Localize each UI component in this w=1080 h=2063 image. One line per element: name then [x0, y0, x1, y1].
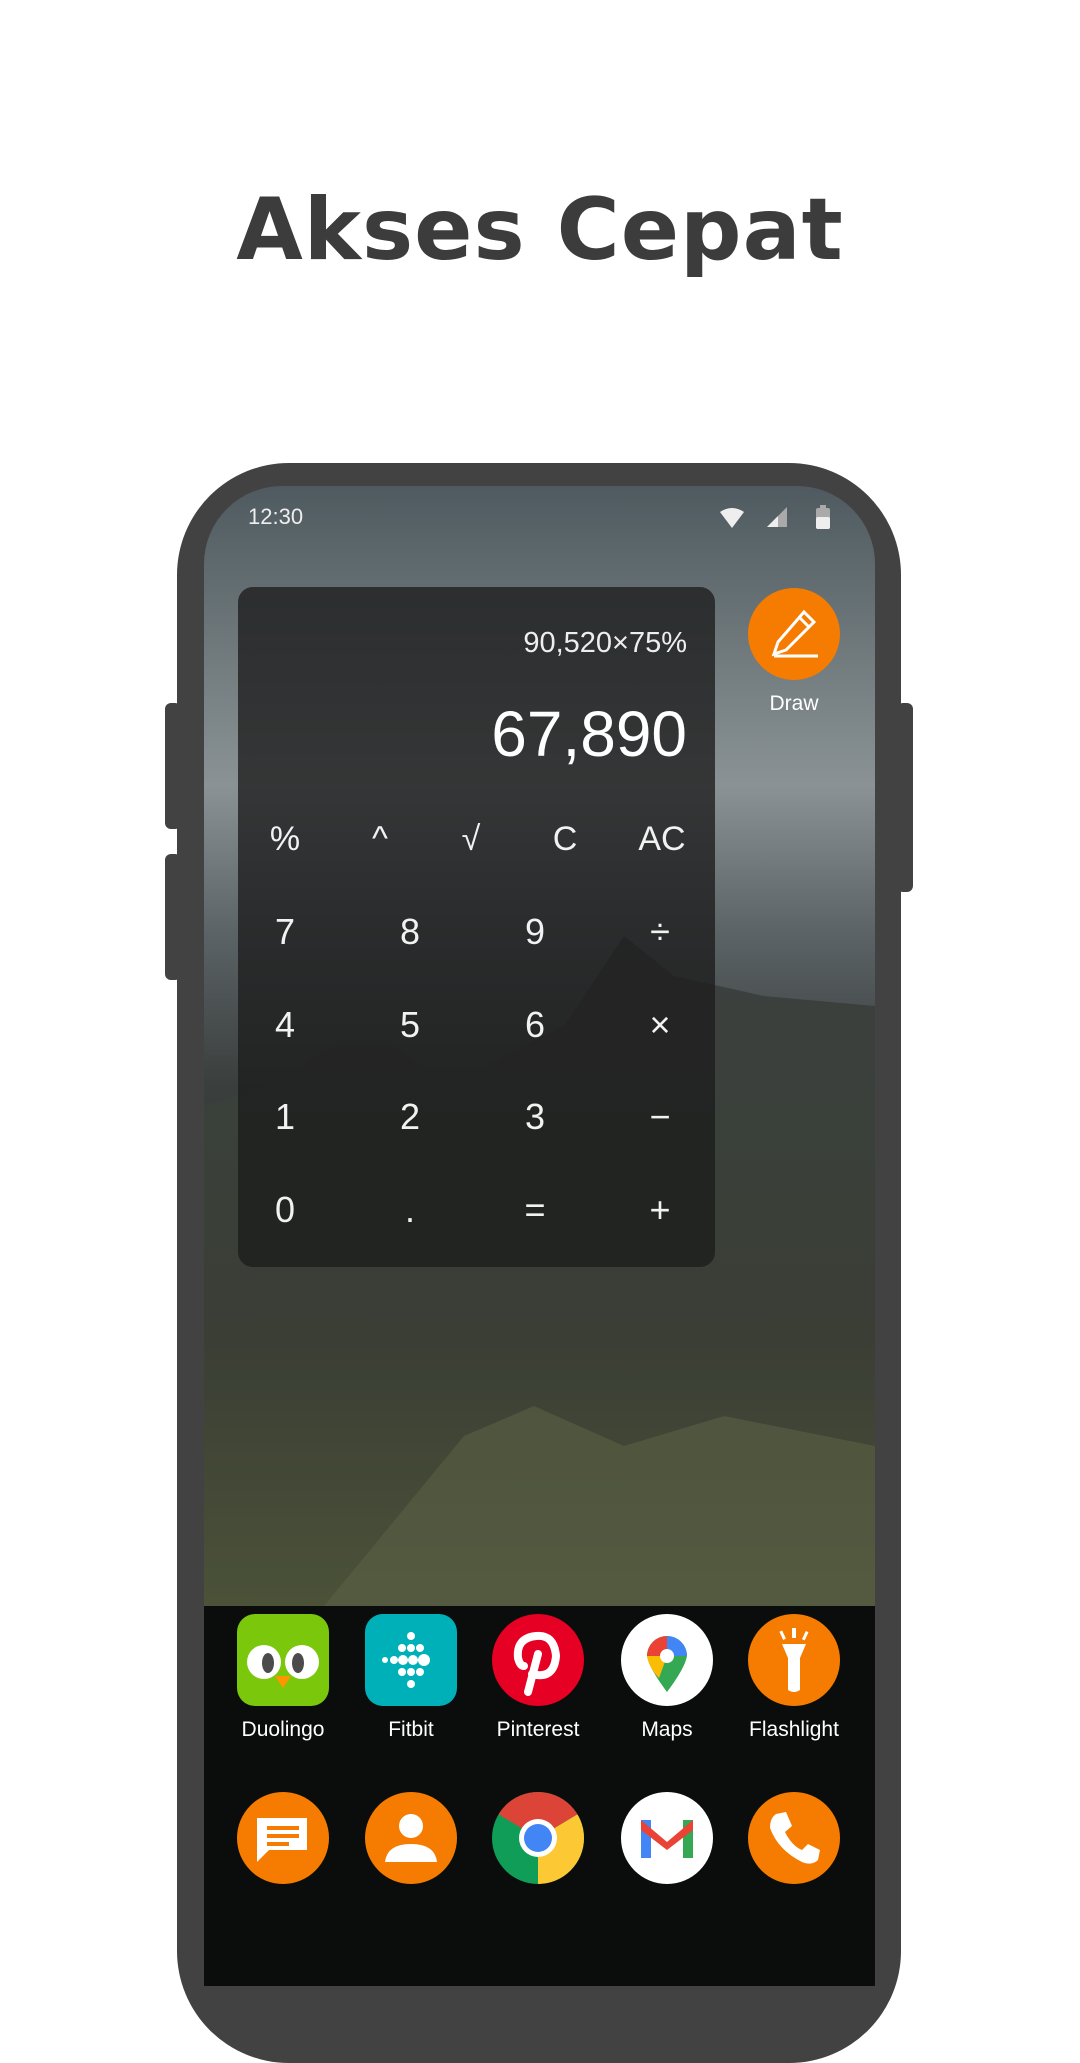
calc-key[interactable]: 4 — [245, 990, 325, 1060]
maps-icon — [621, 1614, 713, 1706]
app-duolingo[interactable]: Duolingo — [223, 1614, 343, 1742]
calc-key[interactable]: 0 — [245, 1175, 325, 1245]
chrome-icon — [492, 1792, 584, 1884]
app-label: Fitbit — [388, 1718, 434, 1741]
calc-key[interactable]: 3 — [495, 1082, 575, 1152]
contacts-icon — [365, 1792, 457, 1884]
fitbit-icon — [365, 1614, 457, 1706]
calc-result: 67,890 — [491, 698, 687, 770]
calc-key[interactable]: × — [620, 990, 700, 1060]
calc-key[interactable]: 2 — [370, 1082, 450, 1152]
calc-key[interactable]: 7 — [245, 897, 325, 967]
battery-icon — [816, 505, 830, 529]
page-title: Akses Cepat — [236, 180, 844, 280]
calc-key[interactable]: ÷ — [620, 897, 700, 967]
flashlight-icon — [748, 1614, 840, 1706]
calc-expression: 90,520×75% — [523, 627, 687, 659]
dock-messages[interactable] — [223, 1792, 343, 1884]
signal-icon — [767, 507, 787, 527]
calc-key[interactable]: √ — [431, 804, 511, 874]
app-label: Pinterest — [496, 1718, 580, 1741]
dock-chrome[interactable] — [478, 1792, 598, 1884]
calc-key[interactable]: % — [245, 804, 325, 874]
app-pinterest[interactable]: Pinterest — [478, 1614, 598, 1742]
calc-key[interactable]: 5 — [370, 990, 450, 1060]
phone-icon — [748, 1792, 840, 1884]
dock-contacts[interactable] — [351, 1792, 471, 1884]
pencil-icon — [748, 588, 840, 680]
app-label: Maps — [641, 1718, 693, 1741]
app-fitbit[interactable]: Fitbit — [351, 1614, 471, 1742]
app-label: Duolingo — [241, 1718, 325, 1741]
calc-key[interactable]: = — [495, 1175, 575, 1245]
app-flashlight[interactable]: Flashlight — [734, 1614, 854, 1742]
calculator-widget: 90,520×75% 67,890 % ^ √ C AC 7 8 9 ÷ 4 5 6 × 1 2 3− 0. = + — [238, 587, 715, 1267]
dock-phone[interactable] — [734, 1792, 854, 1884]
calc-key[interactable]: ^ — [340, 804, 420, 874]
calc-key[interactable]: − — [620, 1082, 700, 1152]
calc-key[interactable]: 8 — [370, 897, 450, 967]
calc-key[interactable]: C — [525, 804, 605, 874]
calc-key[interactable]: 6 — [495, 990, 575, 1060]
calc-key[interactable]: + — [620, 1175, 700, 1245]
calc-key[interactable]: AC — [622, 804, 702, 874]
draw-label: Draw — [769, 692, 819, 715]
duolingo-icon — [237, 1614, 329, 1706]
app-maps[interactable]: Maps — [607, 1614, 727, 1742]
gmail-icon — [621, 1792, 713, 1884]
draw-shortcut[interactable]: Draw — [734, 588, 854, 716]
calc-key[interactable]: 9 — [495, 897, 575, 967]
pinterest-icon — [492, 1614, 584, 1706]
wifi-icon — [720, 508, 744, 528]
app-label: Flashlight — [749, 1718, 839, 1741]
calc-key[interactable]: . — [370, 1175, 450, 1245]
dock-gmail[interactable] — [607, 1792, 727, 1884]
messages-icon — [237, 1792, 329, 1884]
status-time: 12:30 — [248, 504, 304, 529]
calc-key[interactable]: 1 — [245, 1082, 325, 1152]
